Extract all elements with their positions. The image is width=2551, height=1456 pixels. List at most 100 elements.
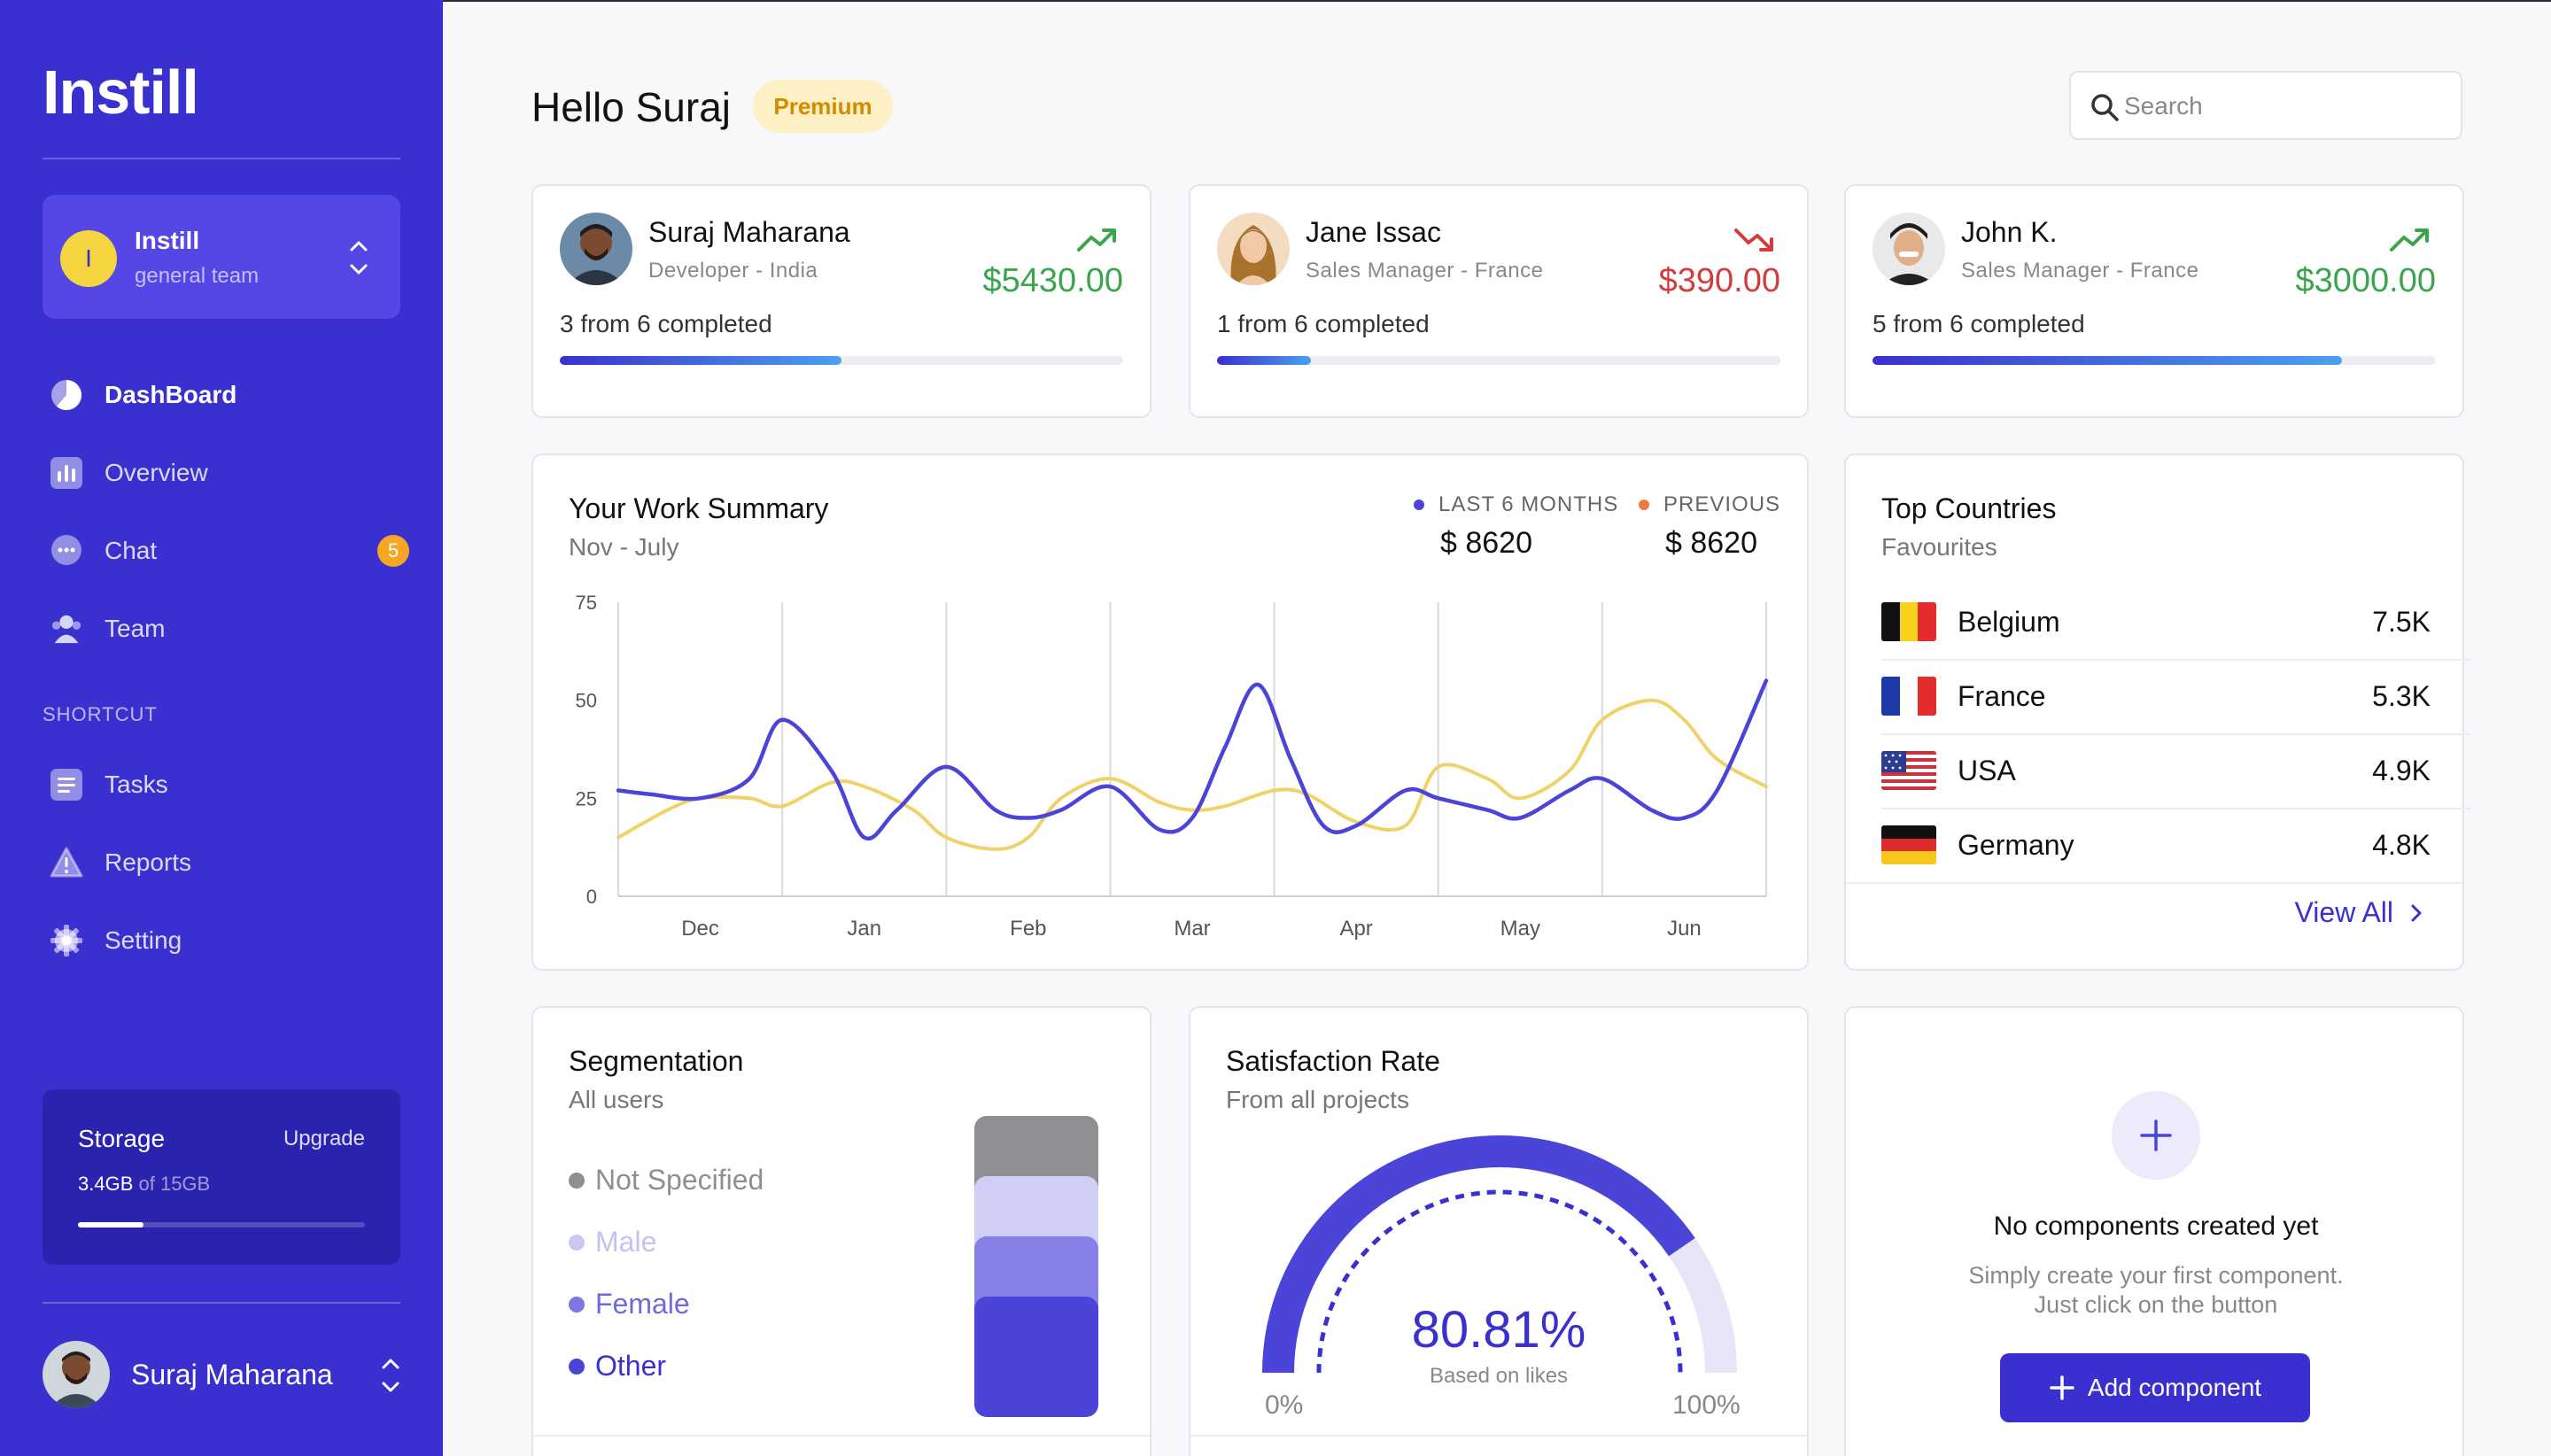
chevron-up-down-icon[interactable] — [381, 1353, 400, 1398]
section-title: Top Countries — [1881, 492, 2057, 524]
pie-chart-icon — [50, 378, 83, 412]
person-amount: $390.00 — [1658, 262, 1780, 299]
country-name: Germany — [1958, 828, 2074, 861]
chevron-right-icon — [2411, 904, 2422, 921]
gauge-min-label: 0% — [1265, 1390, 1304, 1420]
empty-state-title: No components created yet — [1993, 1212, 2319, 1241]
gauge-max-label: 100% — [1672, 1390, 1741, 1420]
nav-label: Tasks — [105, 771, 168, 798]
brand-logo: Instill — [43, 58, 199, 127]
storage-title: Storage — [78, 1125, 166, 1152]
nav-label: DashBoard — [105, 381, 237, 408]
person-progress-text: 1 from 6 completed — [1217, 310, 1430, 337]
trend-down-icon — [1734, 228, 1773, 252]
section-title: Segmentation — [569, 1045, 744, 1077]
france-flag-icon — [1881, 677, 1936, 716]
chat-icon — [50, 534, 83, 568]
person-amount: $3000.00 — [2295, 262, 2437, 299]
person-role: Sales Manager - France — [1961, 259, 2199, 283]
y-tick-label: 25 — [576, 787, 597, 809]
empty-state-text: Simply create your first component. Just… — [1846, 1261, 2466, 1320]
search-box[interactable] — [2069, 71, 2462, 140]
user-name: Suraj Maharana — [131, 1359, 333, 1390]
person-role: Developer - India — [648, 259, 818, 283]
person-card[interactable]: Suraj Maharana Developer - India $5430.0… — [531, 184, 1151, 418]
segment-label: Male — [595, 1226, 657, 1258]
legend-dot — [569, 1296, 585, 1313]
person-card[interactable]: Jane Issac Sales Manager - France $390.0… — [1189, 184, 1809, 418]
x-tick-label: Feb — [1010, 917, 1046, 941]
team-name: Instill — [135, 227, 200, 254]
avatar — [1873, 213, 1945, 285]
upgrade-link[interactable]: Upgrade — [283, 1127, 365, 1151]
person-card[interactable]: John K. Sales Manager - France $3000.00 … — [1844, 184, 2464, 418]
nav-item-team[interactable]: Team — [50, 602, 422, 655]
nav-label: Setting — [105, 926, 182, 954]
segment-block-other — [974, 1297, 1098, 1417]
divider — [43, 1302, 400, 1304]
tasks-icon — [50, 768, 83, 802]
satisfaction-caption: Based on likes — [1429, 1364, 1569, 1388]
person-progress-text: 5 from 6 completed — [1873, 310, 2085, 337]
segment-legend-not-specified: Not Specified — [569, 1164, 764, 1197]
country-row-france[interactable]: France 5.3K — [1881, 659, 2431, 733]
view-all-label: View All — [2294, 896, 2393, 928]
nav-item-reports[interactable]: Reports — [50, 836, 422, 889]
plus-icon — [2140, 1119, 2172, 1151]
nav-label: Reports — [105, 848, 192, 876]
plus-icon — [2050, 1375, 2074, 1400]
storage-card: Storage Upgrade 3.4GB of 15GB — [43, 1089, 400, 1265]
legend-dot — [569, 1358, 585, 1375]
add-component-button[interactable]: Add component — [2000, 1353, 2310, 1422]
y-tick-label: 50 — [576, 690, 597, 712]
country-name: France — [1958, 679, 2046, 712]
person-name: Jane Issac — [1306, 216, 1441, 248]
divider — [1190, 1435, 1807, 1437]
storage-total: of 15GB — [138, 1173, 211, 1195]
person-progress-fill — [1873, 356, 2342, 365]
team-subtitle: general team — [135, 264, 260, 288]
avatar — [1217, 213, 1290, 285]
country-value: 7.5K — [2372, 605, 2431, 638]
person-role: Sales Manager - France — [1306, 259, 1544, 283]
add-component-label: Add component — [2087, 1374, 2262, 1401]
nav-item-overview[interactable]: Overview — [50, 446, 422, 500]
nav-item-setting[interactable]: Setting — [50, 914, 422, 967]
trend-up-icon — [2390, 228, 2429, 252]
empty-state-line: Simply create your first component. — [1968, 1262, 2344, 1289]
country-row-germany[interactable]: Germany 4.8K — [1881, 808, 2431, 882]
add-circle[interactable] — [2112, 1091, 2200, 1180]
team-switcher[interactable]: I Instill general team — [43, 195, 400, 319]
search-input[interactable] — [2124, 85, 2443, 128]
person-progress-text: 3 from 6 completed — [560, 310, 772, 337]
series-line-last-6-months — [616, 678, 1769, 841]
top-countries-card: Top Countries Favourites Belgium 7.5K Fr… — [1844, 453, 2471, 971]
chevron-up-down-icon — [350, 241, 368, 275]
germany-flag-icon — [1881, 825, 1936, 864]
country-row-belgium[interactable]: Belgium 7.5K — [1881, 585, 2431, 659]
nav-item-dashboard[interactable]: DashBoard — [50, 368, 422, 422]
x-tick-label: May — [1500, 917, 1540, 941]
view-all-link[interactable]: View All — [2295, 896, 2427, 929]
nav-label: Chat — [105, 537, 158, 564]
work-summary-chart: 0 25 50 75 Dec Jan Feb Mar Apr May Jun — [576, 592, 1769, 941]
sidebar: Instill I Instill general team DashBoard… — [0, 0, 443, 1456]
premium-badge: Premium — [753, 80, 893, 133]
divider — [533, 1435, 1150, 1437]
country-value: 4.8K — [2372, 828, 2431, 861]
country-row-usa[interactable]: USA 4.9K — [1881, 733, 2431, 808]
person-progress-bar — [1873, 356, 2436, 365]
avatar[interactable] — [43, 1341, 110, 1408]
person-name: Suraj Maharana — [648, 216, 850, 248]
legend-dot — [569, 1172, 585, 1189]
shortcut-heading: SHORTCUT — [43, 703, 158, 725]
x-tick-label: Jun — [1667, 917, 1702, 941]
person-progress-fill — [1217, 356, 1312, 365]
work-summary-card: Your Work Summary Nov - July LAST 6 MONT… — [531, 453, 1809, 971]
country-value: 5.3K — [2372, 679, 2431, 712]
nav-item-chat[interactable]: Chat 5 — [50, 524, 422, 577]
satisfaction-value: 80.81% — [1411, 1301, 1586, 1359]
divider — [1846, 882, 2462, 884]
nav-item-tasks[interactable]: Tasks — [50, 758, 422, 811]
x-tick-label: Mar — [1174, 917, 1210, 941]
